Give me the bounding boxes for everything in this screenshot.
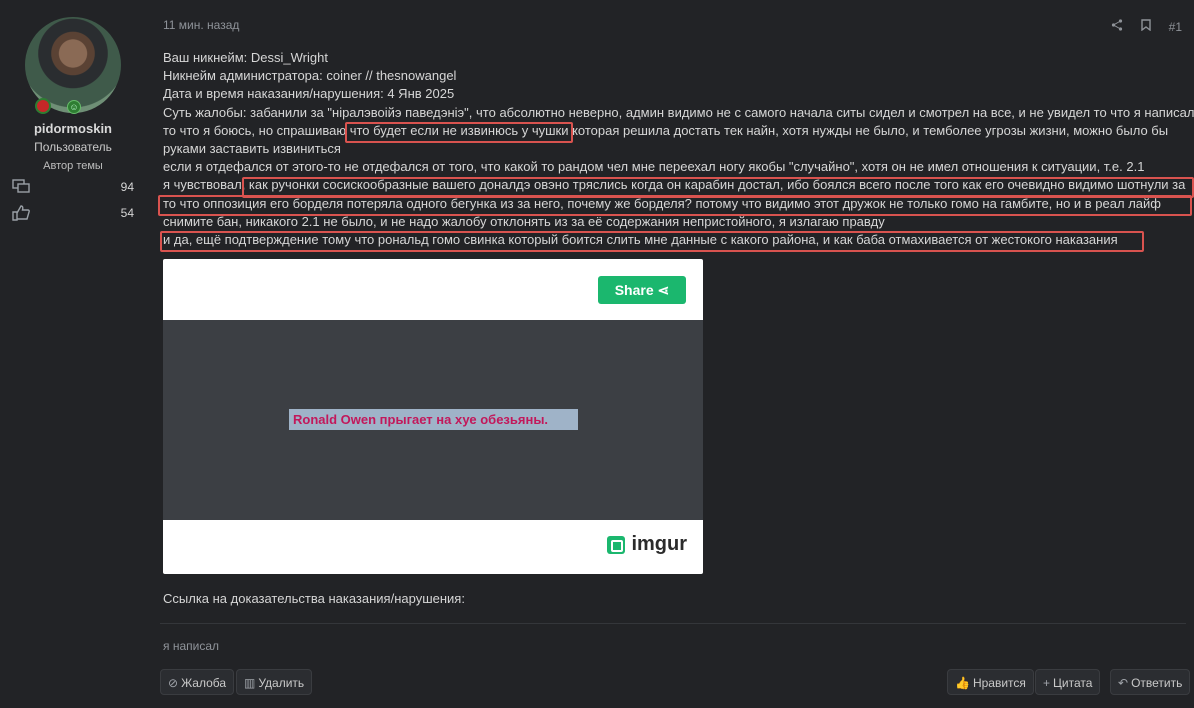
online-status-icon: ☺ [67,100,81,114]
report-label: Жалоба [181,676,227,690]
trash-icon: ▥ [244,676,256,690]
reactions-stat: 54 [12,205,134,221]
post-line: Дата и время наказания/нарушения: 4 Янв … [163,86,455,102]
username[interactable]: pidormoskin [0,121,146,136]
thumbs-up-icon: 👍 [955,676,970,690]
post-body: Ваш никнейм: Dessi_Wright Никнейм админи… [163,49,1194,249]
reply-icon: ↶ [1118,676,1129,690]
thread-author-tag: Автор темы [43,160,103,172]
report-button[interactable]: ⊘ Жалоба [160,669,235,695]
thumbs-up-icon [12,205,32,221]
messages-icon [12,179,32,195]
highlight-box [160,231,1144,252]
image-caption: Ronald Owen прыгает на хуе обезьяны. [289,409,578,430]
reactions-count: 54 [120,206,134,220]
user-role: Пользователь [34,140,112,154]
report-icon: ⊘ [168,676,179,690]
user-badge-icon [35,98,51,114]
share-icon: ⋖ [657,282,670,298]
messages-stat: 94 [12,179,134,195]
bookmark-icon[interactable] [1140,19,1151,34]
signature: я написал [163,639,220,653]
post-time[interactable]: 11 мин. назад [163,18,239,32]
embedded-image[interactable]: Ronald Owen прыгает на хуе обезьяны. [163,320,703,520]
reply-label: Ответить [1131,676,1183,690]
plus-icon: + [1043,676,1051,690]
post-line: Суть жалобы: забанили за "ніралэвоійэ па… [163,104,1194,120]
imgur-brand[interactable]: imgur [607,533,687,556]
imgur-embed[interactable]: Share ⋖ Ronald Owen прыгает на хуе обезь… [163,259,703,574]
messages-count: 94 [120,180,134,194]
post-line: Ваш никнейм: Dessi_Wright [163,50,328,65]
quote-label: Цитата [1053,676,1093,690]
imgur-wordmark: imgur [631,533,687,555]
proof-label: Ссылка на доказательства наказания/наруш… [163,591,465,606]
delete-label: Удалить [258,676,305,690]
imgur-logo-icon [607,535,626,554]
post-number[interactable]: #1 [1169,20,1182,34]
post-line: то что я боюсь, но спрашиваю что будет е… [163,122,1169,138]
like-button[interactable]: 👍 Нравится [947,669,1034,695]
user-sidebar: ☺ pidormoskin Пользователь Автор темы 94… [0,0,146,708]
share-button[interactable]: Share ⋖ [598,276,686,304]
share-icon[interactable] [1111,19,1123,34]
reply-button[interactable]: ↶ Ответить [1110,669,1191,695]
share-label: Share [614,282,654,298]
post-line: Никнейм администратора: coiner // thesno… [163,68,457,84]
quote-button[interactable]: + Цитата [1035,669,1101,695]
post-tools: #1 [1111,19,1182,34]
highlight-box [345,122,573,143]
divider [160,623,1186,624]
like-label: Нравится [972,676,1026,690]
delete-button[interactable]: ▥ Удалить [236,669,313,695]
post-line: руками заставить извиниться [163,141,341,157]
forum-post: ☺ pidormoskin Пользователь Автор темы 94… [0,0,1194,708]
post-line: если я отдефался от этого-то не отдефалс… [163,159,1145,175]
highlight-box [158,195,1192,216]
